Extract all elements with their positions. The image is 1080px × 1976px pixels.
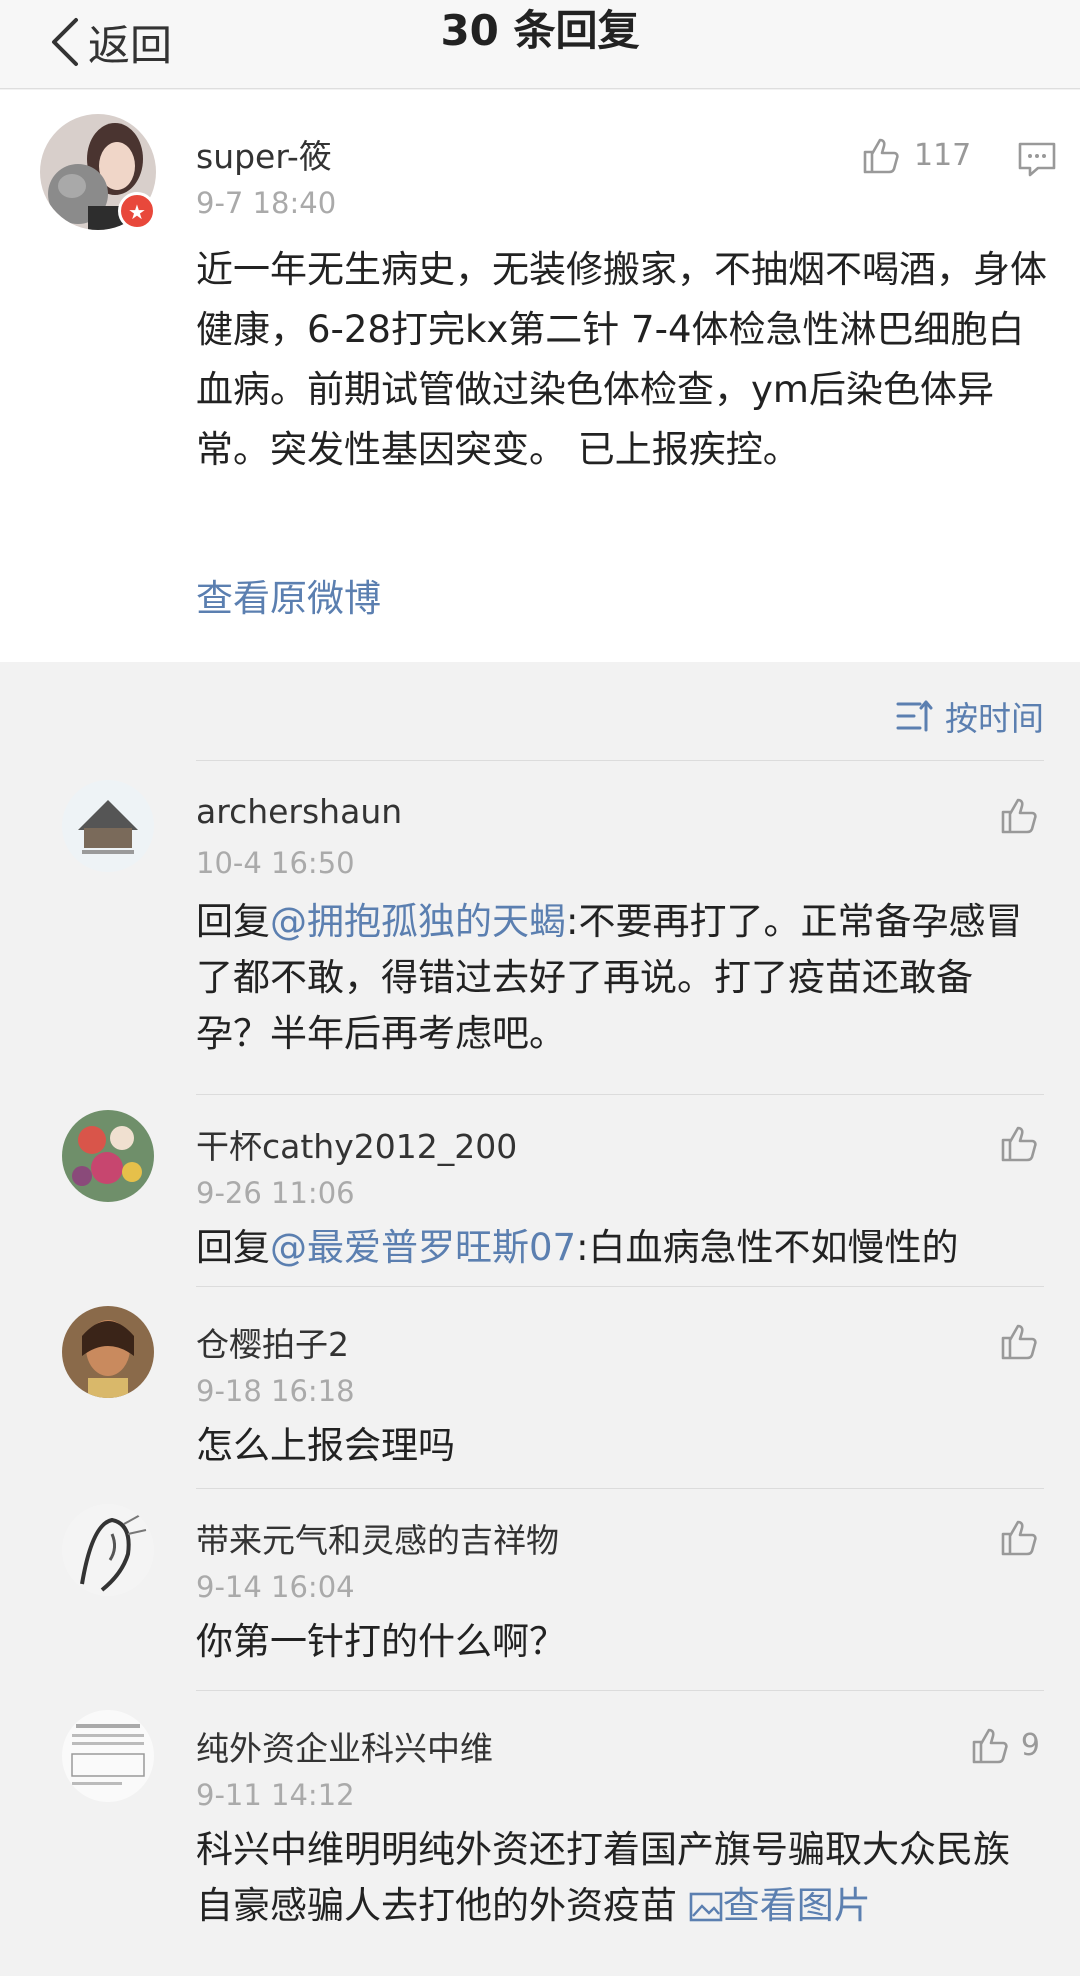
thumbs-up-icon [1001,1324,1037,1360]
thumbs-up-icon [1001,1126,1037,1162]
view-image-label: 查看图片 [722,1884,871,1927]
reply-timestamp: 9-26 11:06 [196,1176,355,1210]
reply-prefix: 回复 [196,900,270,943]
divider [196,1690,1044,1691]
reply-text: 你第一针打的什么啊？ [196,1614,1026,1670]
reply-text: 怎么上报会理吗 [196,1418,1026,1474]
divider [196,1286,1044,1287]
main-comment: ★ super-筱 9-7 18:40 117 近一年无生病史，无装修搬家，不抽… [0,90,1080,662]
reply-username[interactable]: 干杯cathy2012_200 [196,1120,517,1168]
comment-username[interactable]: super-筱 [196,130,332,178]
view-original-weibo-link[interactable]: 查看原微博 [196,568,381,622]
reply-item: 干杯cathy2012_200 9-26 11:06 回复@最爱普罗旺斯07:白… [0,1096,1080,1286]
sort-bar: 按时间 [0,662,1080,762]
avatar[interactable] [62,780,154,872]
verified-badge-icon: ★ [118,192,156,230]
reply-timestamp: 9-11 14:12 [196,1778,355,1812]
thumbs-up-icon [1001,798,1037,834]
thumbs-up-icon [1001,1520,1037,1556]
top-navigation-bar: 返回 30 条回复 [0,0,1080,89]
like-button[interactable] [998,1516,1040,1558]
reply-body: 科兴中维明明纯外资还打着国产旗号骗取大众民族自豪感骗人去打他的外资疫苗 [196,1828,1010,1927]
like-button[interactable] [998,1320,1040,1362]
sort-label: 按时间 [945,699,1044,738]
divider [196,1094,1044,1095]
reply-text: 回复@拥抱孤独的天蝎:不要再打了。正常备孕感冒了都不敢，得错过去好了再说。打了疫… [196,894,1026,1062]
thumbs-up-icon [863,138,899,174]
like-count: 117 [914,137,972,173]
reply-text: 回复@最爱普罗旺斯07:白血病急性不如慢性的 [196,1220,1026,1276]
image-icon [689,1892,723,1922]
sort-icon [896,700,933,732]
reply-username[interactable]: 仓樱拍子2 [196,1318,349,1366]
reply-body: 你第一针打的什么啊？ [196,1620,566,1663]
avatar[interactable] [62,1306,154,1398]
reply-timestamp: 9-18 16:18 [196,1374,355,1408]
comment-icon[interactable] [1016,138,1058,180]
divider [196,1488,1044,1489]
like-count: 9 [1020,1727,1040,1763]
reply-body: :白血病急性不如慢性的 [576,1226,959,1269]
reply-item: 带来元气和灵感的吉祥物 9-14 16:04 你第一针打的什么啊？ [0,1490,1080,1690]
comment-text: 近一年无生病史，无装修搬家，不抽烟不喝酒，身体健康，6-28打完kx第二针 7-… [196,248,1047,471]
mention-link[interactable]: @最爱普罗旺斯07 [270,1226,576,1269]
reply-item: 纯外资企业科兴中维 9-11 14:12 9 科兴中维明明纯外资还打着国产旗号骗… [0,1692,1080,1976]
sort-by-time-button[interactable]: 按时间 [895,692,1044,740]
like-button[interactable] [998,794,1040,836]
reply-body: 怎么上报会理吗 [196,1424,455,1467]
reply-item: 仓樱拍子2 9-18 16:18 怎么上报会理吗 [0,1288,1080,1488]
like-button[interactable]: 117 [860,134,971,176]
mention-link[interactable]: @拥抱孤独的天蝎 [270,900,566,943]
avatar[interactable] [62,1110,154,1202]
comment-timestamp: 9-7 18:40 [196,186,337,220]
thumbs-up-icon [972,1728,1008,1764]
reply-text: 科兴中维明明纯外资还打着国产旗号骗取大众民族自豪感骗人去打他的外资疫苗 查看图片 [196,1822,1026,1934]
page-title: 30 条回复 [440,6,640,55]
divider [196,760,1044,761]
reply-username[interactable]: 带来元气和灵感的吉祥物 [196,1514,559,1562]
reply-username[interactable]: archershaun [196,792,402,831]
reply-timestamp: 9-14 16:04 [196,1570,355,1604]
like-button[interactable]: 9 [969,1724,1040,1766]
avatar[interactable] [62,1504,154,1596]
reply-timestamp: 10-4 16:50 [196,846,355,880]
reply-username[interactable]: 纯外资企业科兴中维 [196,1722,493,1770]
like-button[interactable] [998,1122,1040,1164]
reply-prefix: 回复 [196,1226,270,1269]
reply-item: archershaun 10-4 16:50 回复@拥抱孤独的天蝎:不要再打了。… [0,762,1080,1055]
avatar[interactable] [62,1710,154,1802]
view-image-link[interactable]: 查看图片 [689,1884,871,1927]
